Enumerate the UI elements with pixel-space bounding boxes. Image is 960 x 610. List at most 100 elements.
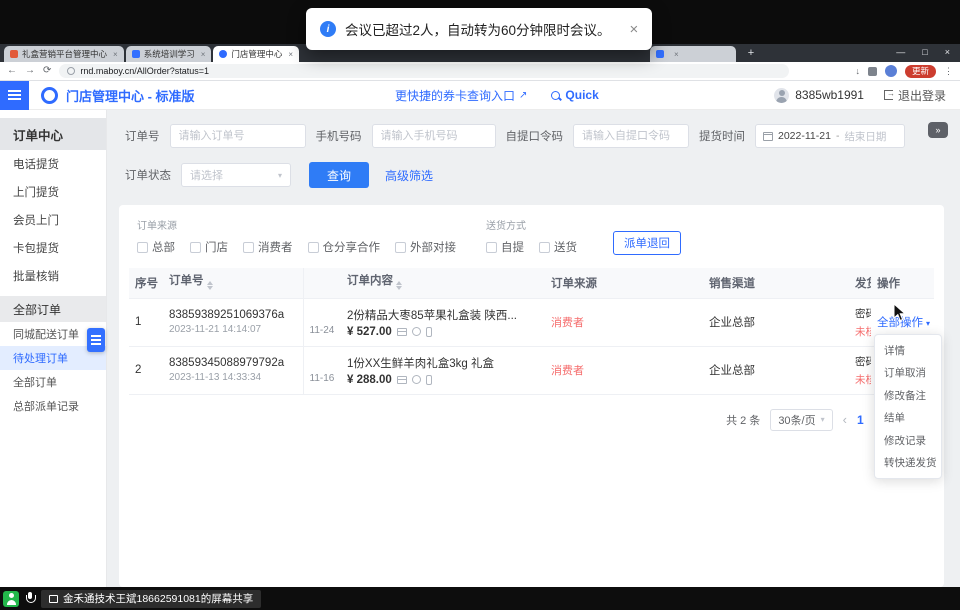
sidebar-item-door-pickup[interactable]: 上门提货	[0, 178, 106, 206]
checkbox-icon[interactable]	[243, 242, 254, 253]
delivery-method-group: 送货方式 自提 送货	[486, 217, 577, 255]
table-header-row: 序号 订单号 订单内容 订单来源 销售渠道 发货 操作	[129, 268, 934, 298]
forward-icon[interactable]: →	[25, 66, 35, 76]
menu-item-edit-note[interactable]: 修改备注	[875, 384, 941, 407]
tab-favicon	[219, 50, 227, 58]
cell-source: 消费者	[545, 346, 703, 394]
back-icon[interactable]: ←	[7, 66, 17, 76]
url-box[interactable]: rnd.maboy.cn/AllOrder?status=1	[59, 64, 789, 78]
checkbox-icon[interactable]	[308, 242, 319, 253]
window-minimize-button[interactable]: —	[896, 47, 905, 57]
sidebar-title-order-center[interactable]: 订单中心	[0, 118, 106, 150]
header-center: 更快捷的券卡查询入口 ↗ Quick	[395, 87, 599, 104]
sort-icon[interactable]	[207, 278, 213, 293]
search-icon	[551, 91, 560, 100]
dispatch-return-button[interactable]: 派单退回	[613, 231, 681, 255]
tab-close-icon[interactable]: ×	[201, 50, 206, 59]
order-no-input[interactable]	[170, 124, 306, 148]
checkbox-icon[interactable]	[137, 242, 148, 253]
chevron-down-icon: ▾	[926, 319, 930, 328]
menu-item-details[interactable]: 详情	[875, 339, 941, 362]
browser-tab-1[interactable]: 礼盒营销平台管理中心 ×	[4, 46, 124, 62]
checkbox-icon[interactable]	[486, 242, 497, 253]
toast-close-icon[interactable]: ×	[630, 21, 639, 38]
pickup-date-range-picker[interactable]: 2022-11-21 - 结束日期	[755, 124, 905, 148]
advanced-filter-link[interactable]: 高级筛选	[385, 167, 433, 184]
floating-list-widget[interactable]	[87, 328, 105, 352]
col-index: 序号	[129, 268, 163, 298]
order-source-group: 订单来源 总部 门店 消费者 仓分享合作 外部对接	[137, 217, 456, 255]
col-content[interactable]: 订单内容	[341, 268, 545, 298]
new-tab-button[interactable]: +	[744, 46, 758, 60]
browser-profile-avatar[interactable]	[885, 65, 897, 77]
cell-pickup-time: 11-24	[303, 298, 341, 346]
checkbox-delivery[interactable]: 送货	[539, 239, 577, 255]
sidebar-item-phone-pickup[interactable]: 电话提货	[0, 150, 106, 178]
phone-input[interactable]	[372, 124, 496, 148]
window-maximize-button[interactable]: □	[922, 47, 927, 57]
checkbox-icon[interactable]	[190, 242, 201, 253]
checkbox-consumer[interactable]: 消费者	[243, 239, 293, 255]
app-title: 门店管理中心 - 标准版	[66, 86, 195, 105]
tab-close-icon[interactable]: ×	[288, 50, 293, 59]
checkbox-external[interactable]: 外部对接	[395, 239, 456, 255]
user-account[interactable]: 8385wb1991	[774, 88, 864, 103]
coupon-query-link[interactable]: 更快捷的券卡查询入口 ↗	[395, 87, 527, 104]
collapse-panel-button[interactable]: »	[928, 122, 948, 138]
site-info-icon[interactable]	[67, 67, 75, 75]
sidebar-item-member-visit[interactable]: 会员上门	[0, 206, 106, 234]
col-channel: 销售渠道	[703, 268, 849, 298]
browser-menu-icon[interactable]: ⋮	[944, 66, 953, 77]
search-button[interactable]: 查询	[309, 162, 369, 188]
quick-search-link[interactable]: Quick	[551, 88, 598, 102]
page-size-select[interactable]: 30条/页 ▾	[770, 409, 832, 431]
cell-ship-info: 密码 未核	[849, 346, 871, 394]
col-order-no[interactable]: 订单号	[163, 268, 303, 298]
prev-page-button[interactable]: ‹	[843, 412, 847, 427]
browser-tab-active[interactable]: 门店管理中心 ×	[213, 46, 299, 62]
checkbox-icon[interactable]	[539, 242, 550, 253]
filter-area: 订单号 手机号码 自提口令码 提货时间 2022-11-21 - 结束日期	[107, 110, 960, 188]
reload-icon[interactable]: ⟳	[43, 66, 51, 76]
menu-item-cancel-order[interactable]: 订单取消	[875, 362, 941, 385]
microphone-icon[interactable]	[25, 592, 35, 605]
sidebar-item-hq-dispatch-records[interactable]: 总部派单记录	[0, 394, 106, 418]
browser-tab-4[interactable]: ×	[650, 46, 736, 62]
extensions-icon[interactable]	[868, 67, 877, 76]
order-status-select[interactable]: 请选择 ▾	[181, 163, 291, 187]
checkbox-self-pickup[interactable]: 自提	[486, 239, 524, 255]
sidebar-item-all-orders[interactable]: 全部订单	[0, 370, 106, 394]
browser-tab-2[interactable]: 系统培训学习 ×	[126, 46, 212, 62]
external-link-icon: ↗	[519, 90, 527, 101]
chrome-update-button[interactable]: 更新	[905, 65, 936, 78]
window-close-button[interactable]: ×	[945, 47, 950, 57]
current-page[interactable]: 1	[857, 413, 864, 427]
presenter-icon[interactable]	[3, 591, 19, 607]
menu-item-switch-to-express[interactable]: 转快递发货	[875, 452, 941, 475]
sidebar-group-all-orders[interactable]: 全部订单	[0, 296, 106, 322]
tab-close-icon[interactable]: ×	[113, 50, 118, 59]
checkbox-share-coop[interactable]: 仓分享合作	[308, 239, 381, 255]
sidebar-item-batch-verify[interactable]: 批量核销	[0, 262, 106, 290]
tab-close-icon[interactable]: ×	[674, 50, 679, 59]
cell-ship-info: 密码 未核	[849, 298, 871, 346]
phone-label: 手机号码	[316, 128, 362, 144]
phone-icon	[426, 375, 432, 385]
pickup-time-label: 提货时间	[699, 128, 745, 144]
menu-item-edit-history[interactable]: 修改记录	[875, 429, 941, 452]
hamburger-menu-button[interactable]	[0, 81, 29, 110]
logout-button[interactable]: 退出登录	[884, 87, 946, 104]
sidebar-item-card-pickup[interactable]: 卡包提货	[0, 234, 106, 262]
menu-item-close-order[interactable]: 结单	[875, 407, 941, 430]
cell-index: 2	[129, 346, 163, 394]
cell-index: 1	[129, 298, 163, 346]
checkbox-store[interactable]: 门店	[190, 239, 228, 255]
download-icon[interactable]: ↓	[855, 66, 860, 76]
checkbox-hq[interactable]: 总部	[137, 239, 175, 255]
date-start-value: 2022-11-21	[778, 130, 831, 142]
checkbox-icon[interactable]	[395, 242, 406, 253]
pickup-code-input[interactable]	[573, 124, 689, 148]
app-body: 订单中心 电话提货 上门提货 会员上门 卡包提货 批量核销 全部订单 同城配送订…	[0, 110, 960, 587]
actions-dropdown-menu: 详情 订单取消 修改备注 结单 修改记录 转快递发货	[874, 334, 942, 479]
sort-icon[interactable]	[396, 278, 402, 293]
